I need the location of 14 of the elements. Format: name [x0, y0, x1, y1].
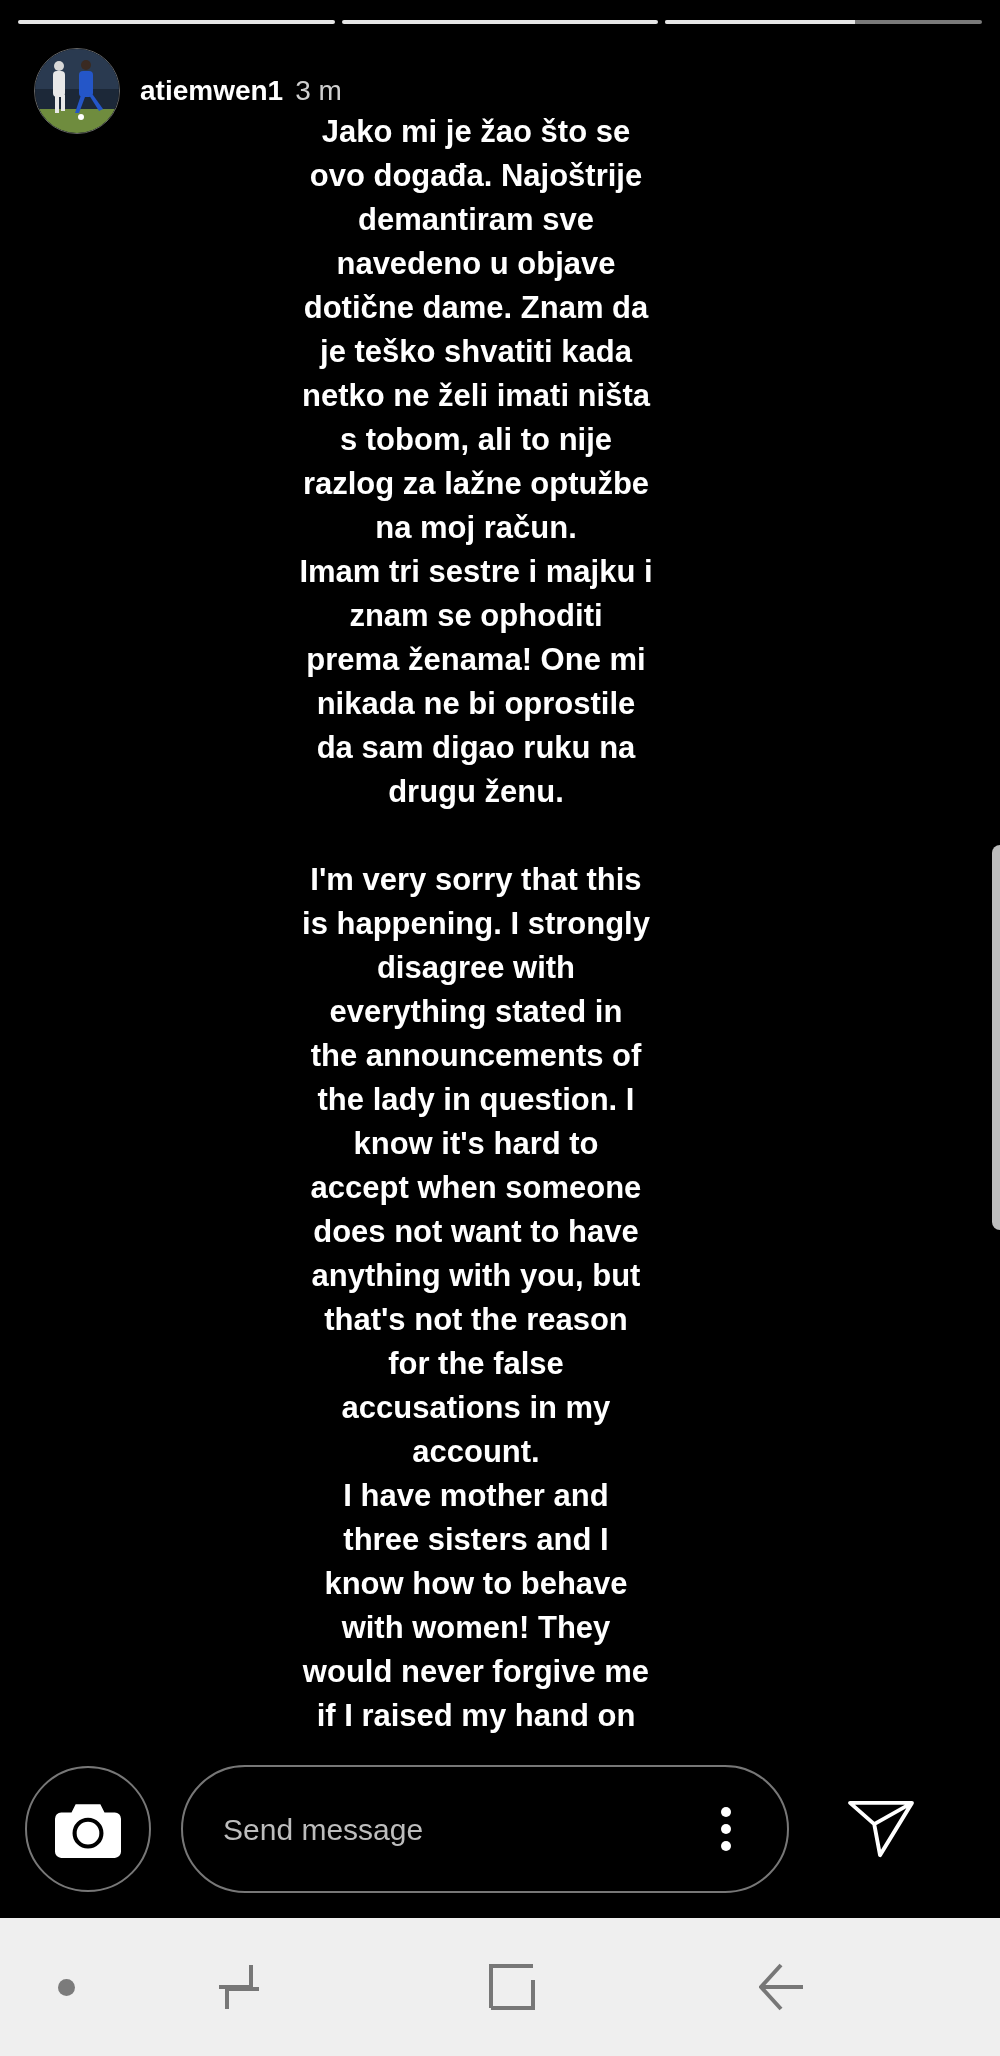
recent-apps-icon[interactable] [217, 1963, 261, 2011]
post-time: 3 m [295, 74, 342, 108]
message-field[interactable]: Send message [223, 1806, 721, 1852]
camera-button[interactable] [25, 1766, 151, 1892]
story-text: Jako mi je žao što se ovo događa. Najoštrije demantiram sve navedeno u objave dotične dame. Znam da je teško shvatiti kada netko ne želi imati ništa s tobom, ali to nije razlog za lažne optužbe na moj račun. [302, 113, 650, 547]
story-text: Imam tri sestre i majku i znam se ophoditi prema ženama! One mi nikada ne bi oprostile da sam digao ruku na drugu ženu. [299, 553, 653, 811]
story-text: I have mother and three sisters and I know how to behave with women! They would never forgive me if I raised my hand on [302, 1477, 650, 1735]
story-text: I'm very sorry that this is happening. I strongly disagree with everything stated in the announcements of the lady in question. I know it's hard to accept when someone does not want to have anything with you, but that's not the reason for the false accusations in my account. [302, 861, 650, 1471]
username[interactable]: atiemwen1 [140, 70, 284, 112]
send-icon[interactable] [847, 1799, 915, 1859]
more-options-icon[interactable] [721, 1807, 731, 1851]
message-bar[interactable]: Send message [181, 1765, 789, 1893]
home-icon[interactable] [489, 1964, 535, 2010]
back-icon[interactable] [759, 1963, 805, 2011]
